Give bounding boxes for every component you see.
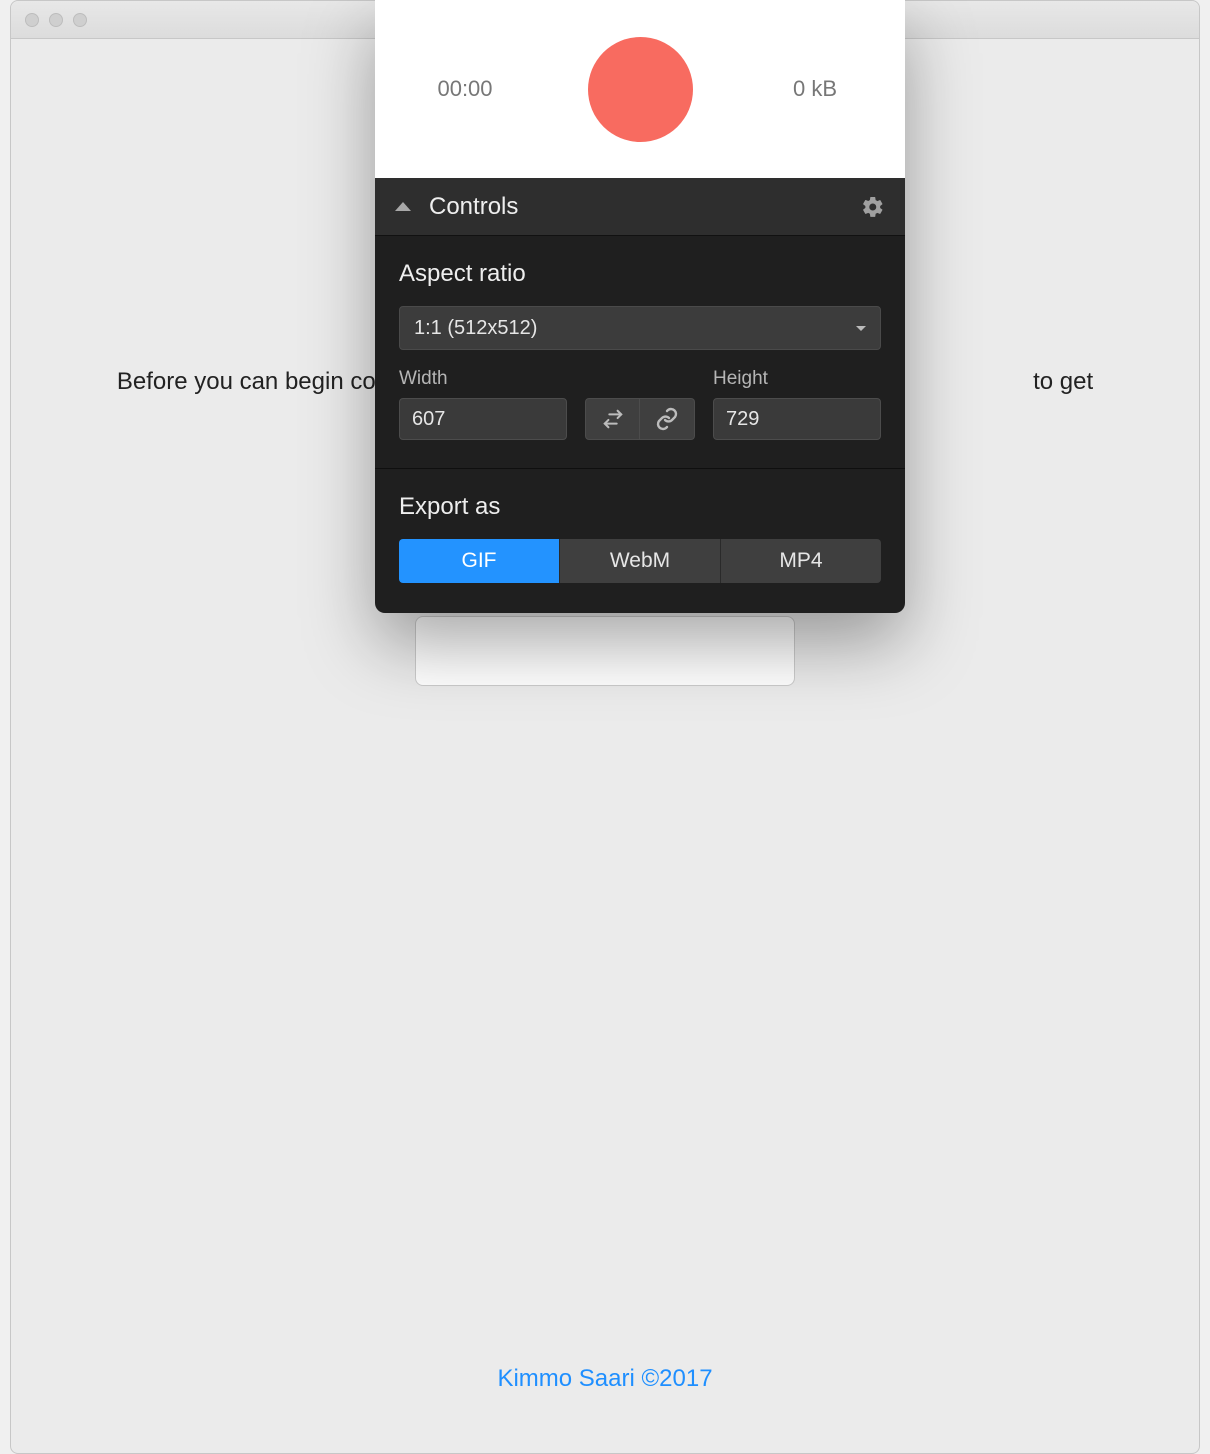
background-button[interactable] [415,616,795,686]
aspect-ratio-select[interactable]: 1:1 (512x512) [399,306,881,350]
link-icon [655,407,679,431]
gear-icon[interactable] [861,195,885,219]
zoom-dot[interactable] [73,13,87,27]
dimensions-row: Width Height [399,368,881,440]
export-title: Export as [399,493,881,521]
record-button[interactable] [588,37,693,142]
width-label: Width [399,368,567,390]
export-section: Export as GIF WebM MP4 [375,469,905,613]
recorder-top: 00:00 0 kB [375,0,905,178]
recording-timer: 00:00 [425,76,505,102]
export-webm-button[interactable]: WebM [560,539,721,583]
close-dot[interactable] [25,13,39,27]
export-gif-button[interactable]: GIF [399,539,560,583]
aspect-ratio-section: Aspect ratio 1:1 (512x512) Width [375,236,905,469]
height-column: Height [713,368,881,440]
link-button[interactable] [640,398,695,440]
width-column: Width [399,368,567,440]
controls-header[interactable]: Controls [375,178,905,236]
height-label: Height [713,368,881,390]
footer-credit: Kimmo Saari ©2017 [11,1365,1199,1393]
collapse-up-icon [395,202,411,211]
export-format-group: GIF WebM MP4 [399,539,881,583]
aspect-ratio-value: 1:1 (512x512) [414,317,537,340]
swap-icon [602,408,624,430]
paragraph-right: to get [1033,364,1093,400]
aspect-ratio-title: Aspect ratio [399,260,881,288]
height-input[interactable] [713,398,881,440]
minimize-dot[interactable] [49,13,63,27]
recorder-panel: 00:00 0 kB Controls Aspect ratio 1:1 (51… [375,0,905,613]
width-input[interactable] [399,398,567,440]
chevron-down-icon [856,326,866,331]
dimension-buttons [585,398,695,440]
swap-button[interactable] [585,398,640,440]
export-mp4-button[interactable]: MP4 [721,539,881,583]
recording-filesize: 0 kB [775,76,855,102]
controls-title: Controls [429,193,861,221]
